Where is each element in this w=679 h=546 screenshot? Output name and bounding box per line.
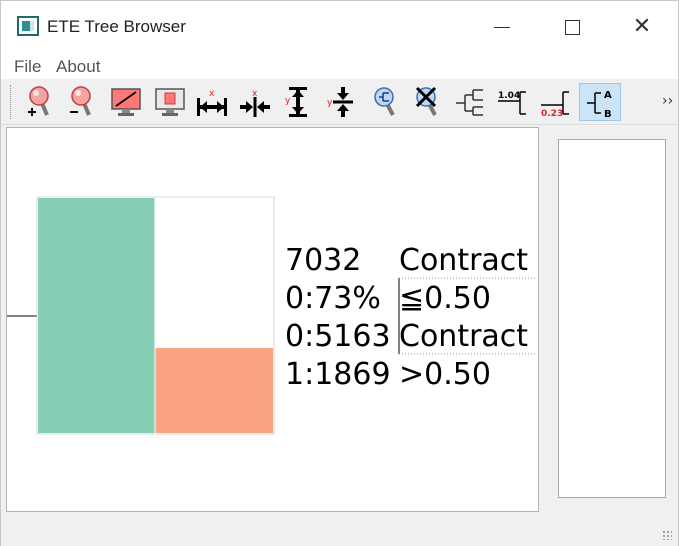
properties-panel[interactable]: [558, 139, 666, 498]
maximize-button[interactable]: [537, 1, 607, 53]
status-bar: [1, 513, 678, 546]
decrease-y-icon: y: [327, 87, 353, 117]
node-percent: 0:73%: [285, 281, 381, 316]
svg-text:y: y: [327, 98, 333, 108]
class1-bar[interactable]: [155, 347, 274, 433]
clear-search-icon: [415, 86, 437, 116]
fit-screen-icon: [155, 88, 185, 116]
decrease-x-icon: x: [240, 89, 270, 117]
search-node-button[interactable]: [368, 83, 402, 121]
svg-text:1.04: 1.04: [498, 91, 520, 101]
close-icon: ✕: [632, 14, 652, 39]
svg-text:y: y: [285, 96, 291, 106]
increase-y-button[interactable]: y: [280, 83, 314, 121]
zoom-out-icon: [70, 86, 91, 116]
decrease-y-button[interactable]: y: [324, 83, 358, 121]
app-icon: [17, 16, 39, 36]
tree-layout-icon: [456, 89, 483, 116]
node-class1-count: 1:1869: [285, 357, 391, 392]
split-condition-le: ≦0.50: [399, 281, 491, 316]
branch-support-icon: 0.23: [541, 91, 569, 118]
menu-bar: File About: [1, 53, 678, 79]
minimize-button[interactable]: [467, 1, 537, 53]
svg-text:0.23: 0.23: [541, 109, 563, 118]
zoom-in-button[interactable]: [23, 83, 57, 121]
split-feature-top: Contract: [399, 243, 528, 278]
menu-file[interactable]: File: [14, 57, 41, 77]
toolbar: x x y y 1.04 0.23 A B ››: [1, 79, 678, 125]
svg-text:B: B: [604, 109, 612, 118]
branch-length-icon: 1.04: [498, 91, 526, 115]
maximize-icon: [564, 19, 580, 35]
branch-length-button[interactable]: 1.04: [496, 83, 530, 121]
search-node-icon: [374, 87, 395, 116]
app-window: ETE Tree Browser ✕ File About x x y y 1.…: [0, 0, 679, 546]
node-samples: 7032: [285, 243, 361, 278]
close-button[interactable]: ✕: [607, 1, 677, 53]
fit-diagonal-button[interactable]: [109, 83, 143, 121]
increase-x-button[interactable]: x: [195, 83, 229, 121]
zoom-in-icon: [28, 86, 49, 116]
fit-screen-button[interactable]: [153, 83, 187, 121]
class0-bar[interactable]: [38, 198, 155, 433]
menu-about[interactable]: About: [56, 57, 100, 77]
leaf-names-button[interactable]: A B: [579, 83, 621, 121]
minimize-icon: [494, 26, 510, 28]
toolbar-grip[interactable]: [10, 85, 13, 119]
leaf-names-icon: A B: [587, 90, 612, 118]
window-title: ETE Tree Browser: [47, 17, 186, 36]
tree-scene: 7032 0:73% 0:5163 1:1869 Contract ≦0.50 …: [7, 196, 535, 435]
increase-y-icon: y: [285, 87, 307, 117]
branch-support-button[interactable]: 0.23: [539, 83, 573, 121]
svg-text:A: A: [604, 90, 612, 101]
resize-grip[interactable]: [662, 530, 672, 540]
node-class0-count: 0:5163: [285, 319, 391, 354]
zoom-out-button[interactable]: [65, 83, 99, 121]
fit-diagonal-icon: [111, 88, 141, 116]
split-feature-bottom: Contract: [399, 319, 528, 354]
clear-search-button[interactable]: [410, 83, 444, 121]
svg-text:x: x: [209, 89, 215, 99]
tree-canvas[interactable]: 7032 0:73% 0:5163 1:1869 Contract ≦0.50 …: [6, 127, 539, 512]
increase-x-icon: x: [197, 89, 227, 116]
title-bar[interactable]: ETE Tree Browser ✕: [1, 1, 678, 53]
tree-layout-button[interactable]: [453, 83, 487, 121]
toolbar-overflow-button[interactable]: ››: [662, 93, 673, 109]
split-condition-gt: >0.50: [399, 357, 491, 392]
decrease-x-button[interactable]: x: [238, 83, 272, 121]
